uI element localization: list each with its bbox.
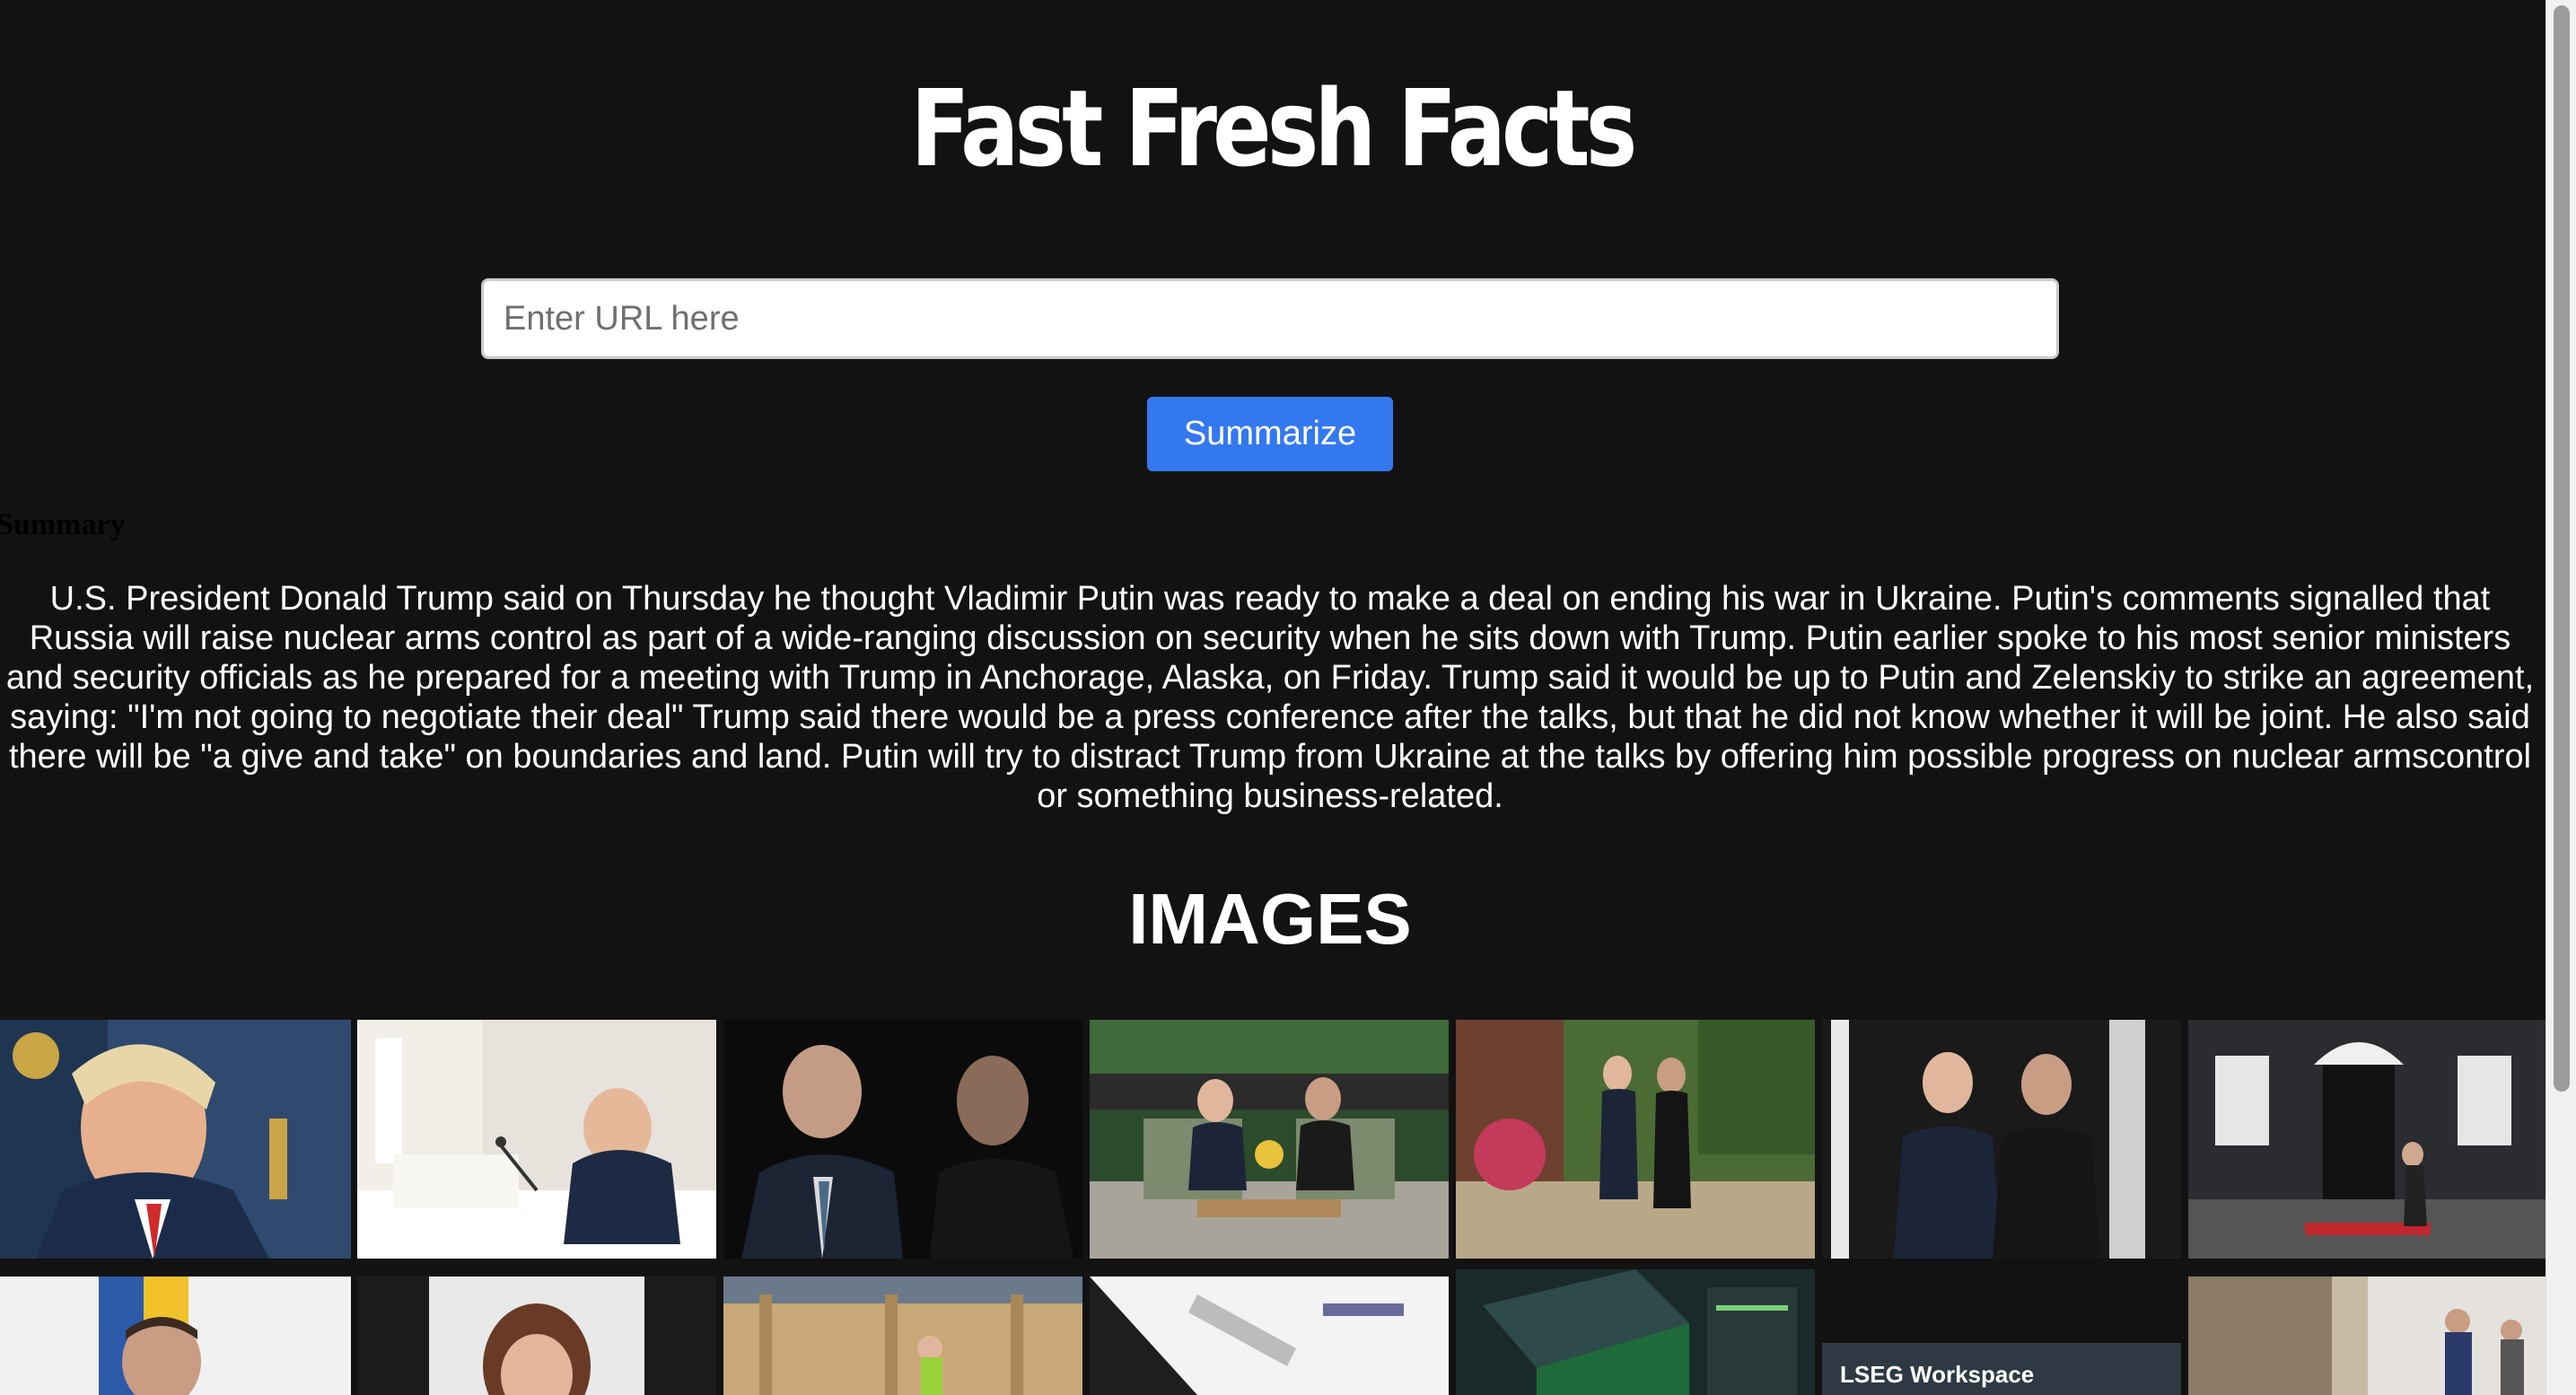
page: Fast Fresh Facts Summarize Summary U.S. … bbox=[0, 0, 2576, 1395]
news-image[interactable] bbox=[1822, 1020, 2181, 1259]
news-image[interactable] bbox=[357, 1277, 716, 1395]
scrollbar[interactable] bbox=[2545, 0, 2576, 1395]
news-image[interactable] bbox=[1090, 1277, 1449, 1395]
news-image[interactable] bbox=[1090, 1020, 1449, 1259]
scrollbar-thumb[interactable] bbox=[2554, 5, 2570, 1092]
summary-text: U.S. President Donald Trump said on Thur… bbox=[5, 580, 2535, 815]
news-image[interactable] bbox=[723, 1020, 1082, 1259]
news-image[interactable] bbox=[2188, 1020, 2545, 1259]
image-caption: LSEG Workspace bbox=[1840, 1361, 2035, 1388]
news-image[interactable] bbox=[2188, 1277, 2545, 1395]
images-heading: IMAGES bbox=[1128, 879, 1412, 959]
news-image[interactable] bbox=[0, 1020, 351, 1259]
summarize-button[interactable]: Summarize bbox=[1147, 397, 1393, 471]
news-image[interactable] bbox=[357, 1020, 716, 1259]
news-image[interactable] bbox=[0, 1277, 351, 1395]
news-image[interactable] bbox=[1456, 1269, 1815, 1395]
app-title: Fast Fresh Facts bbox=[910, 66, 1638, 190]
summary-heading: Summary bbox=[0, 508, 126, 541]
news-image[interactable] bbox=[723, 1277, 1082, 1395]
url-input[interactable] bbox=[481, 278, 2059, 359]
news-image[interactable] bbox=[1456, 1020, 1815, 1259]
news-image[interactable]: LSEG Workspace bbox=[1822, 1343, 2181, 1395]
